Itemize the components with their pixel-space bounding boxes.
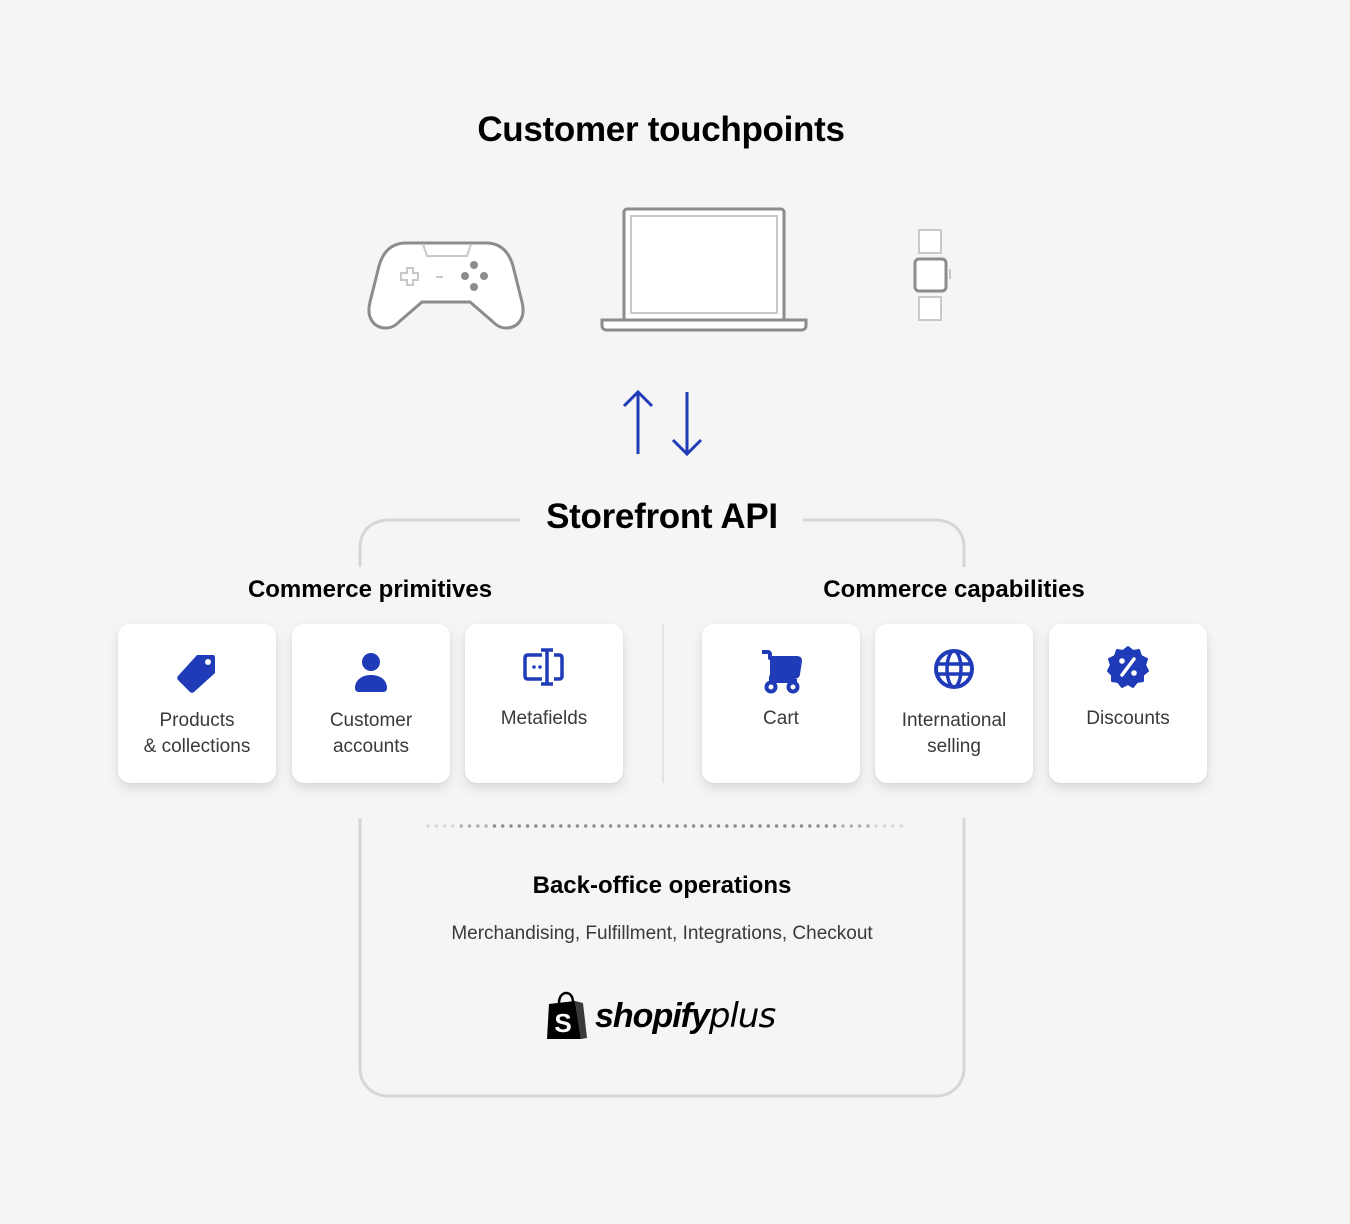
- divider-dot: [434, 824, 438, 828]
- divider-dot: [725, 824, 729, 828]
- divider-dot: [592, 824, 596, 828]
- divider-dot: [816, 824, 820, 828]
- divider-dot: [675, 824, 679, 828]
- storefront-api-title: Storefront API: [523, 497, 801, 537]
- divider-dot: [426, 824, 430, 828]
- card-customer-accounts: Customer accounts: [292, 624, 450, 783]
- divider-dot: [899, 824, 903, 828]
- card-international-selling: International selling: [875, 624, 1033, 783]
- divider-dot: [633, 824, 638, 828]
- divider-dot: [525, 824, 530, 828]
- divider-dot: [650, 824, 654, 828]
- divider-dot: [625, 824, 629, 828]
- divider-dot: [600, 824, 604, 828]
- backoffice-title: Back-office operations: [532, 872, 792, 899]
- divider-dot: [451, 824, 455, 828]
- divider-dot: [517, 824, 521, 828]
- divider-dot: [567, 824, 571, 828]
- divider-dot: [542, 824, 546, 828]
- divider-dot: [501, 824, 505, 828]
- divider-dot: [874, 824, 878, 828]
- divider-dot: [667, 824, 671, 828]
- divider-dot: [476, 824, 480, 828]
- divider-dot: [584, 824, 588, 828]
- card-label: Products & collections: [143, 710, 251, 757]
- card-products-collections: Products & collections: [118, 624, 276, 783]
- divider-dot: [642, 824, 646, 828]
- dotted-divider: [426, 824, 903, 828]
- divider-dot: [617, 824, 621, 828]
- divider-dot: [442, 824, 447, 828]
- tag-icon: [118, 652, 276, 694]
- card-label: Cart: [763, 708, 799, 729]
- shopify-bag-icon: S: [547, 991, 587, 1039]
- divider-dot: [559, 824, 563, 828]
- divider-dot: [766, 824, 770, 828]
- card-label: Metafields: [500, 708, 588, 729]
- divider-dot: [808, 824, 812, 828]
- divider-dot: [866, 824, 870, 828]
- card-label: Discounts: [1086, 708, 1170, 729]
- divider-dot: [683, 824, 687, 828]
- divider-dot: [691, 824, 696, 828]
- divider-dot: [774, 824, 779, 828]
- divider-dot: [550, 824, 555, 828]
- divider-dot: [882, 824, 887, 828]
- divider-dot: [708, 824, 712, 828]
- card-metafields: Metafields: [465, 624, 623, 783]
- divider-dot: [509, 824, 513, 828]
- plus-wordmark: plus: [708, 996, 776, 1036]
- divider-dot: [459, 824, 463, 828]
- card-label: Customer accounts: [329, 710, 413, 757]
- divider-dot: [534, 824, 538, 828]
- divider-dot: [891, 824, 895, 828]
- divider-dot: [492, 824, 497, 828]
- shopify-wordmark: shopify: [595, 996, 710, 1035]
- discount-badge-icon: [1049, 646, 1207, 688]
- person-icon: [292, 652, 450, 694]
- divider-dot: [750, 824, 754, 828]
- shopify-plus-logo: S shopify plus: [545, 990, 785, 1042]
- divider-dot: [783, 824, 787, 828]
- divider-dot: [700, 824, 704, 828]
- divider-dot: [716, 824, 721, 828]
- divider-dot: [741, 824, 746, 828]
- divider-dot: [791, 824, 795, 828]
- commerce-capabilities-title: Commerce capabilities: [823, 576, 1085, 603]
- divider-dot: [467, 824, 472, 828]
- divider-dot: [841, 824, 845, 828]
- divider-dot: [575, 824, 580, 828]
- card-cart: Cart: [702, 624, 860, 783]
- divider-dot: [857, 824, 862, 828]
- divider-dot: [608, 824, 613, 828]
- metafields-icon: [465, 646, 623, 688]
- divider-dot: [849, 824, 853, 828]
- cart-icon: [702, 650, 860, 694]
- divider-dot: [799, 824, 804, 828]
- divider-dot: [484, 824, 488, 828]
- divider-dot: [833, 824, 837, 828]
- divider-dot: [733, 824, 737, 828]
- card-label: International selling: [901, 710, 1007, 757]
- divider-dot: [824, 824, 829, 828]
- divider-dot: [658, 824, 663, 828]
- card-discounts: Discounts: [1049, 624, 1207, 783]
- backoffice-subtitle: Merchandising, Fulfillment, Integrations…: [451, 923, 873, 944]
- commerce-primitives-title: Commerce primitives: [247, 576, 493, 603]
- svg-text:S: S: [554, 1008, 571, 1038]
- divider-dot: [758, 824, 762, 828]
- globe-icon: [875, 648, 1033, 690]
